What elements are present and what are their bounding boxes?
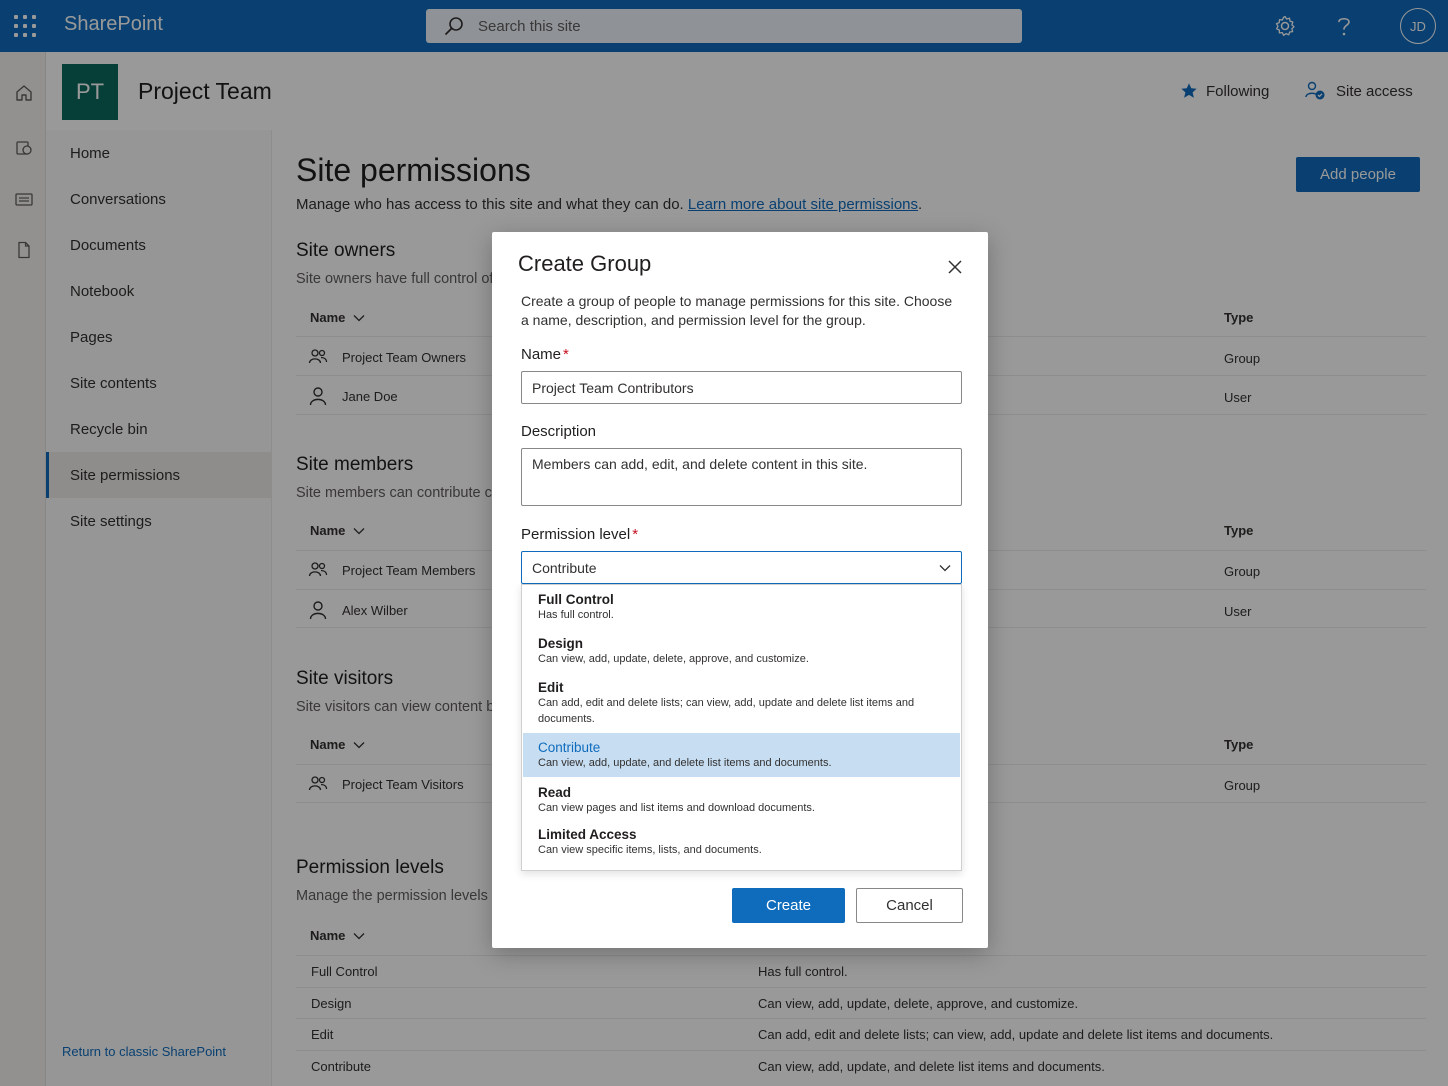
- required-mark: *: [563, 346, 569, 363]
- cancel-button[interactable]: Cancel: [856, 888, 963, 923]
- permission-level-select[interactable]: Contribute: [521, 551, 962, 584]
- option-desc: Can add, edit and delete lists; can view…: [538, 697, 915, 725]
- option-desc: Can view specific items, lists, and docu…: [538, 844, 762, 856]
- create-button[interactable]: Create: [732, 888, 845, 923]
- description-field-label: Description: [521, 423, 597, 440]
- option-design[interactable]: Design Can view, add, update, delete, ap…: [523, 635, 960, 668]
- group-description-input[interactable]: Members can add, edit, and delete conten…: [521, 448, 962, 506]
- name-field-label: Name *: [521, 346, 569, 363]
- required-mark: *: [632, 526, 639, 543]
- permission-level-label: Permission level *: [521, 526, 638, 543]
- option-desc: Can view, add, update, delete, approve, …: [538, 653, 809, 665]
- create-group-dialog: Create Group Create a group of people to…: [492, 232, 988, 948]
- permission-level-dropdown: Full Control Has full control. Design Ca…: [521, 584, 962, 871]
- option-title: Read: [538, 785, 572, 800]
- option-title: Limited Access: [538, 827, 637, 842]
- dialog-description: Create a group of people to manage permi…: [521, 293, 953, 328]
- option-edit[interactable]: Edit Can add, edit and delete lists; can…: [523, 679, 960, 727]
- chevron-down-icon: [939, 564, 951, 571]
- option-title: Edit: [538, 680, 564, 695]
- option-title: Contribute: [538, 740, 601, 755]
- option-desc: Has full control.: [538, 609, 614, 621]
- option-title: Full Control: [538, 592, 614, 607]
- permission-level-value: Contribute: [532, 559, 597, 576]
- dialog-title: Create Group: [518, 251, 652, 276]
- group-name-input[interactable]: [521, 371, 962, 404]
- option-full-control[interactable]: Full Control Has full control.: [523, 591, 960, 624]
- option-desc: Can view pages and list items and downlo…: [538, 802, 815, 814]
- option-contribute[interactable]: Contribute Can view, add, update, and de…: [523, 733, 960, 777]
- option-read[interactable]: Read Can view pages and list items and d…: [523, 784, 960, 817]
- option-title: Design: [538, 636, 584, 651]
- option-limited-access[interactable]: Limited Access Can view specific items, …: [523, 826, 960, 859]
- name-label-text: Name: [521, 346, 562, 363]
- option-desc: Can view, add, update, and delete list i…: [538, 757, 832, 769]
- close-icon[interactable]: [944, 256, 966, 278]
- permission-label-text: Permission level: [521, 526, 631, 543]
